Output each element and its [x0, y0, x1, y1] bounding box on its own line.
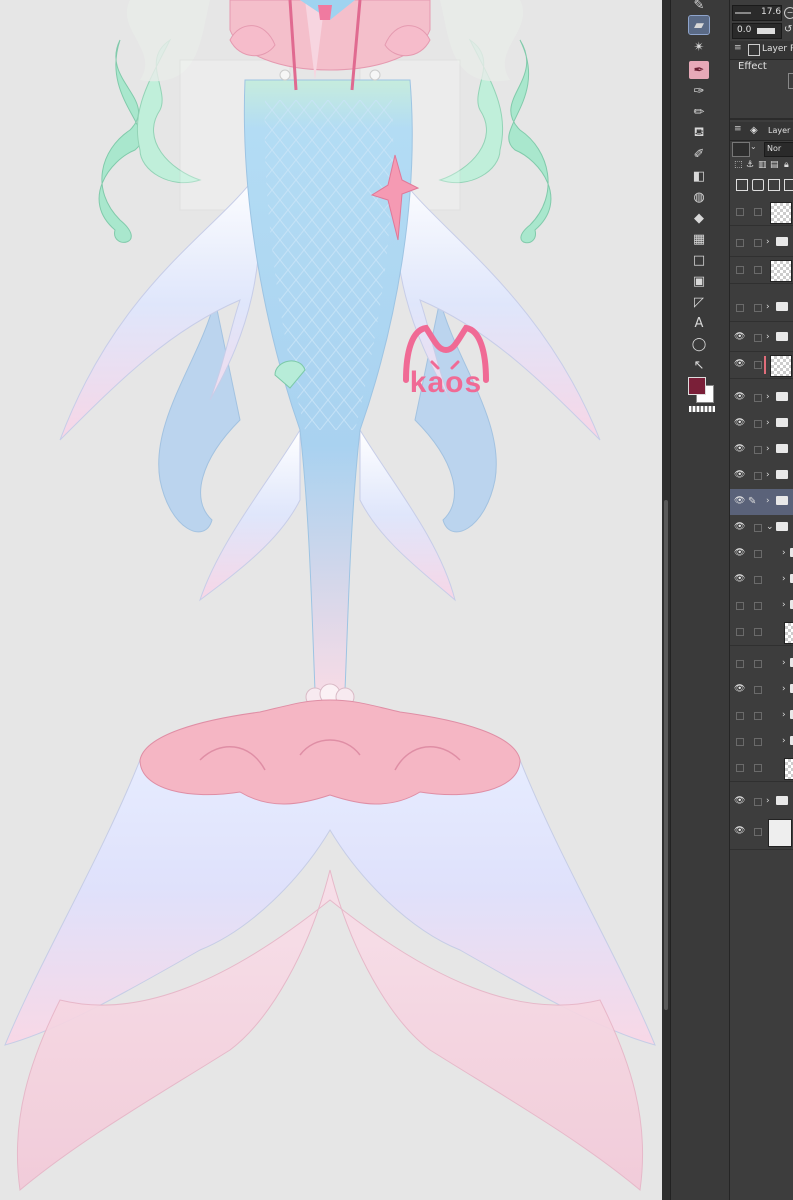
layer-row[interactable]: › [730, 729, 793, 756]
layer-row[interactable] [730, 755, 793, 782]
lock-alpha-icon[interactable]: ▤ [770, 160, 779, 170]
decoration-icon[interactable]: ✐ [689, 145, 709, 163]
canvas-area[interactable]: kaos [0, 0, 662, 1200]
layer-row[interactable]: 👁︎ › [730, 463, 793, 490]
lock-icon[interactable]: 🔒︎ [784, 160, 789, 170]
right-panel: 17.6 − 0.0 ↺ ≡ Layer P Effect ≡ ◈ Layer … [729, 0, 793, 1200]
pencil-icon[interactable]: ✏ [689, 103, 709, 121]
balloon-icon[interactable]: ◯ [689, 335, 709, 353]
visibility-eye-icon[interactable]: 👁︎ [734, 419, 745, 428]
pen-icon[interactable]: ✒ [689, 61, 709, 79]
auto-select-icon[interactable]: ✴ [689, 38, 709, 56]
layer-row[interactable]: › [730, 593, 793, 620]
layer-type-select[interactable] [732, 142, 750, 157]
brush-size-slider[interactable]: 17.6 [732, 5, 782, 21]
layer-type-chevron-icon[interactable]: ⌄ [750, 142, 757, 151]
visibility-eye-icon[interactable]: 👁︎ [734, 497, 745, 506]
edit-pen-icon: ✎ [748, 496, 757, 507]
main-color-swatch[interactable] [688, 377, 706, 395]
brush-size-value: 17.6 [761, 7, 782, 17]
visibility-eye-icon[interactable]: 👁︎ [734, 333, 745, 342]
clip-icon[interactable]: ⬚ [734, 160, 743, 170]
blend-mode-value: Nor [767, 144, 782, 153]
watermark-text: kaos [409, 366, 483, 399]
canvas-vertical-scrollbar[interactable] [662, 0, 670, 1200]
new-folder-icon[interactable] [768, 179, 780, 191]
layer-row[interactable]: › [730, 295, 793, 322]
visibility-eye-icon[interactable]: 👁︎ [734, 575, 745, 584]
operation-icon[interactable]: ✎ [689, 0, 709, 14]
layer-row[interactable]: › [730, 230, 793, 257]
visibility-eye-icon[interactable]: 👁︎ [734, 549, 745, 558]
text-icon[interactable]: A [689, 314, 709, 332]
eraser-icon[interactable]: ▰ [688, 15, 710, 35]
tool-palette: ✎ ▰ ✴ ✒ ✑ ✏ ⛾ ✐ ◧ ◍ ◆ ▦ □ ▣ ◸ A ◯ ↖ [670, 0, 729, 1200]
transparent-color-swatch[interactable] [689, 406, 715, 412]
scrollbar-thumb[interactable] [664, 500, 668, 1010]
figure-icon[interactable]: □ [689, 251, 709, 269]
opacity-field[interactable]: 0.0 [732, 23, 782, 39]
reference-icon[interactable]: ⚓ [746, 160, 754, 170]
correct-line-icon[interactable]: ↖ [689, 356, 709, 374]
visibility-eye-icon[interactable]: 👁︎ [734, 523, 745, 532]
rotate-icon[interactable]: ↺ [784, 24, 792, 35]
visibility-eye-icon[interactable]: 👁︎ [734, 445, 745, 454]
panel-menu-icon[interactable]: ≡ [734, 43, 742, 53]
marker-icon[interactable]: ✑ [689, 82, 709, 100]
layer-row-paper[interactable]: 👁︎ [730, 815, 793, 850]
layer-property-icon [748, 44, 760, 56]
layer-row[interactable]: 👁︎ › [730, 789, 793, 816]
layer-row[interactable]: 👁︎ › [730, 567, 793, 594]
panel-menu-icon-2[interactable]: ≡ [734, 124, 742, 134]
layer-panel-tab[interactable]: ≡ ◈ Layer [730, 122, 793, 141]
layer-row[interactable]: 👁︎ [730, 352, 793, 379]
new-vector-layer-icon[interactable] [752, 179, 764, 191]
layer-row[interactable]: › [730, 703, 793, 730]
visibility-eye-icon[interactable]: 👁︎ [734, 393, 745, 402]
opacity-value: 0.0 [737, 25, 752, 35]
layer-tab-label: Layer [768, 126, 791, 135]
watermark-logo: kaos [398, 322, 494, 406]
layer-row[interactable]: 👁︎ › [730, 385, 793, 412]
layer-row[interactable] [730, 619, 793, 646]
visibility-eye-icon[interactable]: 👁︎ [734, 797, 745, 806]
gradient-icon[interactable]: ▦ [689, 230, 709, 248]
layer-row[interactable] [730, 199, 793, 226]
visibility-eye-icon[interactable]: 👁︎ [734, 471, 745, 480]
eraser-2-icon[interactable]: ◧ [689, 167, 709, 185]
layer-row[interactable]: 👁︎ › [730, 677, 793, 704]
artwork [4, 0, 656, 1191]
blend-icon[interactable]: ◍ [689, 188, 709, 206]
visibility-eye-icon[interactable]: 👁︎ [734, 827, 745, 836]
layers-icon: ◈ [750, 125, 758, 136]
fill-icon[interactable]: ◆ [689, 209, 709, 227]
blend-mode-select[interactable]: Nor [764, 142, 793, 157]
mask-icon[interactable]: ▥ [758, 160, 767, 170]
effect-label: Effect [738, 61, 767, 72]
layer-row-selected[interactable]: 👁︎ ✎ › [730, 489, 793, 516]
layer-row[interactable] [730, 257, 793, 284]
visibility-eye-icon[interactable]: 👁︎ [734, 685, 745, 694]
visibility-eye-icon[interactable]: 👁︎ [734, 360, 745, 369]
frame-icon[interactable]: ▣ [689, 272, 709, 290]
layer-row[interactable]: 👁︎ › [730, 541, 793, 568]
effect-button[interactable] [788, 73, 793, 89]
layer-row[interactable]: › [730, 651, 793, 678]
layer-row[interactable]: 👁︎ ⌄ [730, 515, 793, 542]
layer-property-tab[interactable]: ≡ Layer P [730, 41, 793, 60]
new-raster-layer-icon[interactable] [736, 179, 748, 191]
layer-row[interactable]: 👁︎ › [730, 437, 793, 464]
delete-layer-icon[interactable] [784, 179, 793, 191]
zoom-out-icon[interactable]: − [784, 7, 793, 19]
layer-row[interactable]: 👁︎ › [730, 411, 793, 438]
airbrush-icon[interactable]: ⛾ [689, 124, 709, 142]
layer-row[interactable]: 👁︎ › [730, 325, 793, 352]
ruler-icon[interactable]: ◸ [689, 293, 709, 311]
layer-property-tab-label: Layer P [762, 44, 793, 54]
